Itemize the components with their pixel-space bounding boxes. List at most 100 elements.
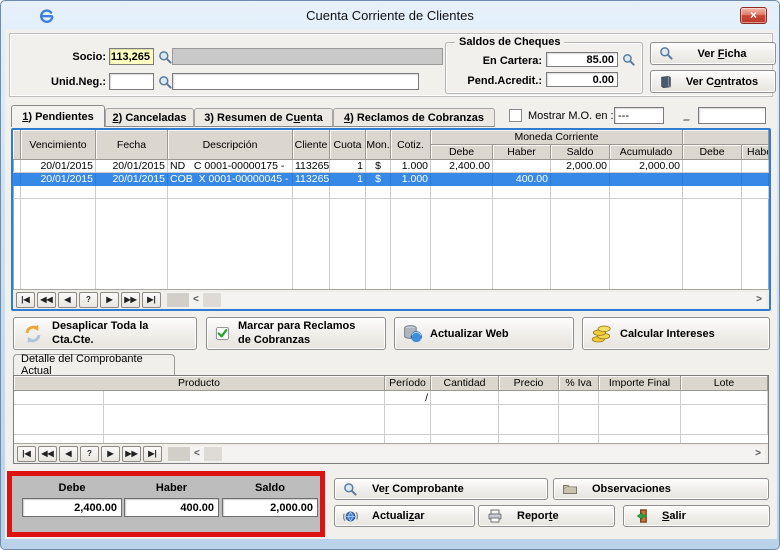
close-button[interactable]: × <box>740 7 767 24</box>
desaplicar-button[interactable]: Desaplicar Toda laCta.Cte. <box>13 317 197 350</box>
totals-haber-label: Haber <box>124 482 219 494</box>
totals-debe-value: 2,400.00 <box>22 498 122 517</box>
grid-filler <box>13 199 769 289</box>
mostrar-mo-field[interactable] <box>698 107 766 124</box>
column-header: Importe Final <box>599 376 681 391</box>
cell-periodo: / <box>385 391 431 405</box>
actualizar-web-button[interactable]: Actualizar Web <box>394 317 574 350</box>
close-icon: × <box>750 8 757 22</box>
grid-row[interactable]: 20/01/2015 20/01/2015 ND C 0001-00000175… <box>13 160 769 173</box>
cell-haber <box>493 160 551 173</box>
highlight-annotation-totals-panel: Debe Haber Saldo 2,400.00 400.00 2,000.0… <box>7 471 325 537</box>
nav-next-page-button[interactable]: ▶▶ <box>121 292 140 308</box>
column-header: Fecha <box>96 130 168 160</box>
database-globe-icon <box>403 324 422 343</box>
pend-acredit-input[interactable]: 0.00 <box>546 72 618 87</box>
unidneg-input[interactable] <box>109 73 154 90</box>
ver-contratos-button[interactable]: Ver Contratos <box>650 70 776 93</box>
reporte-button[interactable]: Reporte <box>478 505 615 527</box>
column-header: Período <box>385 376 431 391</box>
nav-first-button[interactable]: |◀ <box>17 446 36 462</box>
scroll-left-icon[interactable]: < <box>193 294 199 305</box>
column-header: Acumulado <box>610 145 683 160</box>
grid-row-selected[interactable]: 20/01/2015 20/01/2015 COB X 0001-0000004… <box>13 173 769 186</box>
en-cartera-input[interactable]: 85.00 <box>546 52 618 67</box>
socio-label: Socio: <box>20 51 106 63</box>
scrollbar-thumb[interactable] <box>204 447 222 461</box>
detail-grid-navigator: |◀ ◀◀ ◀ ? ▶ ▶▶ ▶| < > <box>14 443 768 463</box>
totals-saldo-value: 2,000.00 <box>222 498 318 517</box>
observaciones-label: Observaciones <box>592 483 671 495</box>
column-header: Vencimiento <box>21 130 96 160</box>
nav-help-button[interactable]: ? <box>79 292 98 308</box>
tab-detalle-comprobante[interactable]: Detalle del Comprobante Actual <box>13 354 175 375</box>
cell-fecha: 20/01/2015 <box>96 160 168 173</box>
detail-grid-row-empty[interactable] <box>14 405 768 435</box>
nav-help-button[interactable]: ? <box>80 446 99 462</box>
salir-label: Salir <box>662 510 686 522</box>
ver-contratos-label: Ver Contratos <box>686 76 758 88</box>
column-header: Cotiz. <box>391 130 431 160</box>
socio-input[interactable]: 113,265 <box>109 48 154 65</box>
cell-saldo <box>551 173 610 186</box>
group-header-moneda-corriente: Moneda Corriente <box>431 130 683 145</box>
cheques-search-icon[interactable] <box>621 52 637 67</box>
grid-row-empty[interactable] <box>13 186 769 199</box>
scroll-right-icon[interactable]: > <box>756 294 762 305</box>
scrollbar-thumb[interactable] <box>203 293 221 307</box>
mostrar-mo-checkbox[interactable] <box>509 109 522 122</box>
nav-prior-page-button[interactable]: ◀◀ <box>38 446 57 462</box>
cell-cuota: 1 <box>330 173 366 186</box>
column-header: Haber <box>742 145 769 160</box>
folder-icon <box>562 481 578 497</box>
observaciones-button[interactable]: Observaciones <box>553 478 769 500</box>
dropdown-mark-icon <box>683 117 691 121</box>
cell-debe: 2,400.00 <box>431 160 493 173</box>
calcular-intereses-button[interactable]: Calcular Intereses <box>582 317 770 350</box>
nav-last-button[interactable]: ▶| <box>143 446 162 462</box>
dialog-body: Socio: 113,265 Unid.Neg.: Saldos de Cheq… <box>5 29 777 539</box>
pendientes-grid[interactable]: Vencimiento Fecha Descripción Cliente Cu… <box>11 128 771 311</box>
title-bar[interactable]: Cuenta Corriente de Clientes × <box>1 1 779 29</box>
nav-next-button[interactable]: ▶ <box>100 292 119 308</box>
cell-acumulado <box>610 173 683 186</box>
cell-cotiz: 1.000 <box>391 160 431 173</box>
mostrar-mo-combo[interactable]: --- <box>614 107 664 124</box>
actualizar-button[interactable]: Actualizar <box>334 505 475 527</box>
horizontal-scrollbar[interactable]: < > <box>168 446 765 462</box>
calcular-intereses-label: Calcular Intereses <box>620 328 715 340</box>
cell-vencimiento: 20/01/2015 <box>21 173 96 186</box>
scroll-right-icon[interactable]: > <box>755 448 761 459</box>
cell-saldo: 2,000.00 <box>551 160 610 173</box>
nav-prior-button[interactable]: ◀ <box>58 292 77 308</box>
cell-debe2 <box>683 173 742 186</box>
salir-button[interactable]: Salir <box>623 505 770 527</box>
cell-debe2 <box>683 160 742 173</box>
scroll-left-icon[interactable]: < <box>194 448 200 459</box>
nav-prior-button[interactable]: ◀ <box>59 446 78 462</box>
detail-grid-row[interactable]: / <box>14 391 768 405</box>
tab-pendientes[interactable]: 1) Pendientes <box>11 105 105 127</box>
cell-haber2 <box>742 160 769 173</box>
nav-last-button[interactable]: ▶| <box>142 292 161 308</box>
column-header: Lote <box>681 376 768 391</box>
exit-door-icon <box>632 508 648 524</box>
printer-icon <box>487 508 503 524</box>
nav-prior-page-button[interactable]: ◀◀ <box>37 292 56 308</box>
cell-mon: $ <box>366 160 391 173</box>
totals-haber-value: 400.00 <box>124 498 219 517</box>
column-header: Debe <box>431 145 493 160</box>
tab-canceladas[interactable]: 2) Canceladas <box>105 108 194 127</box>
column-header: Precio <box>499 376 559 391</box>
tab-resumen-cuenta[interactable]: 3) Resumen de Cuenta <box>194 108 333 127</box>
nav-next-page-button[interactable]: ▶▶ <box>122 446 141 462</box>
ver-ficha-button[interactable]: Ver Ficha <box>650 42 776 65</box>
detail-grid[interactable]: Producto Período Cantidad Precio % Iva I… <box>13 375 769 464</box>
horizontal-scrollbar[interactable]: < > <box>167 292 766 308</box>
nav-next-button[interactable]: ▶ <box>101 446 120 462</box>
nav-first-button[interactable]: |◀ <box>16 292 35 308</box>
marcar-reclamos-button[interactable]: Marcar para Reclamosde Cobranzas <box>206 317 386 350</box>
cell-mon: $ <box>366 173 391 186</box>
ver-comprobante-button[interactable]: Ver Comprobante <box>334 478 548 500</box>
tab-reclamos-cobranzas[interactable]: 4) Reclamos de Cobranzas <box>333 108 495 127</box>
